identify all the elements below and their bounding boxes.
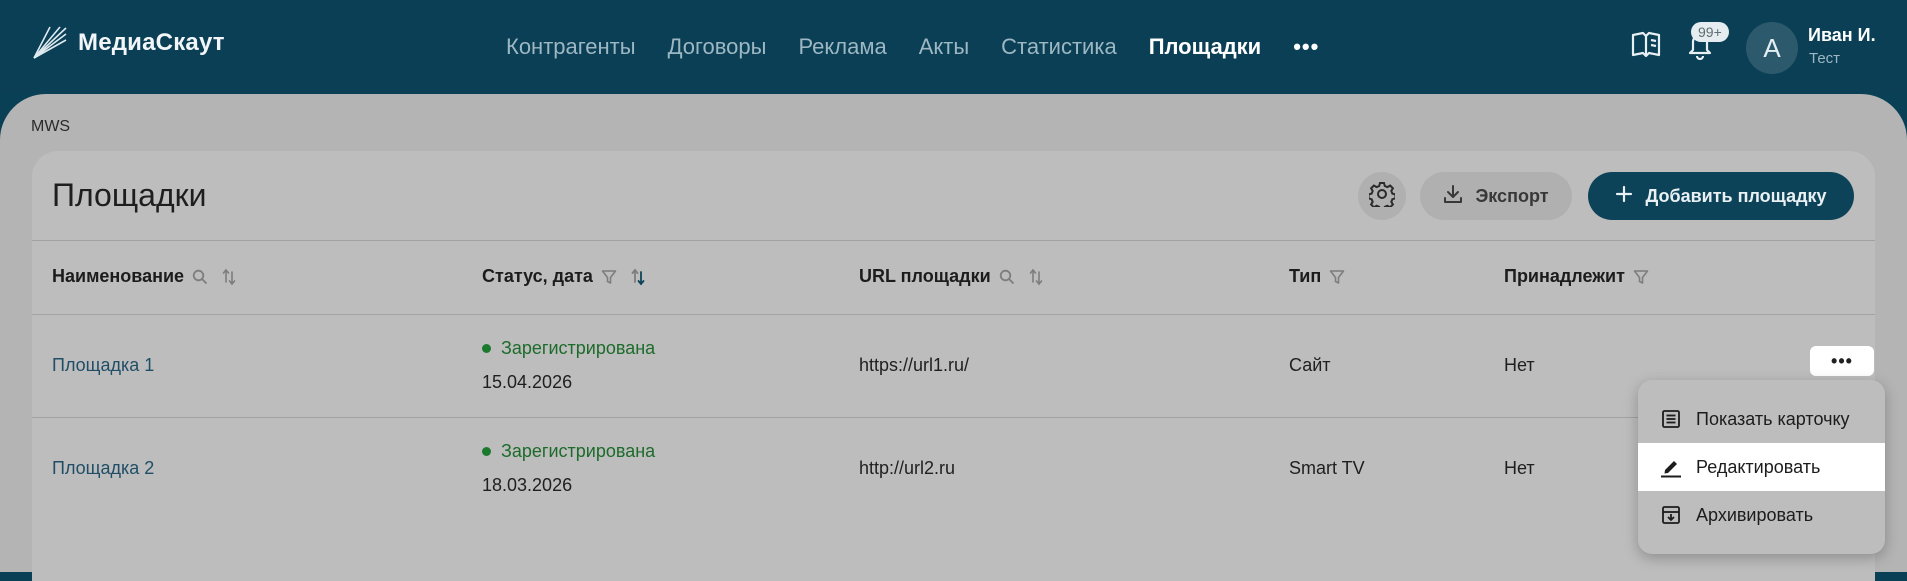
search-icon[interactable] (999, 269, 1015, 285)
export-button[interactable]: Экспорт (1420, 172, 1572, 220)
nav-item-counterparties[interactable]: Контрагенты (506, 34, 636, 60)
nav-item-ads[interactable]: Реклама (798, 34, 886, 60)
column-label: Статус, дата (482, 266, 593, 286)
filter-icon[interactable] (1329, 269, 1345, 285)
divider (32, 240, 1875, 241)
menu-item-show-card[interactable]: Показать карточку (1638, 395, 1885, 443)
status-text: Зарегистрирована (501, 338, 656, 358)
download-icon (1443, 184, 1463, 209)
status-date: 15.04.2026 (482, 372, 573, 392)
card-icon (1660, 408, 1682, 430)
status-dot-icon (482, 447, 491, 456)
page-title: Площадки (52, 177, 207, 213)
column-header-type[interactable]: Тип (1289, 266, 1345, 287)
sort-icon[interactable] (222, 268, 236, 286)
nav-item-statistics[interactable]: Статистика (1001, 34, 1117, 60)
status-text: Зарегистрирована (501, 441, 656, 461)
platform-name-link[interactable]: Площадка 1 (52, 355, 154, 376)
nav-item-acts[interactable]: Акты (919, 34, 969, 60)
column-label: Принадлежит (1504, 266, 1625, 286)
platform-owner: Нет (1504, 458, 1535, 478)
menu-item-label: Показать карточку (1696, 408, 1850, 429)
top-bar: МедиаСкаут Контрагенты Договоры Реклама … (0, 0, 1907, 94)
platform-type: Smart TV (1289, 458, 1365, 478)
column-label: URL площадки (859, 266, 991, 286)
column-header-url[interactable]: URL площадки (859, 266, 1043, 287)
menu-item-archive[interactable]: Архивировать (1638, 491, 1885, 539)
menu-item-label: Редактировать (1696, 456, 1821, 477)
edit-icon (1660, 456, 1682, 478)
platform-url: https://url1.ru/ (859, 355, 970, 375)
filter-icon[interactable] (1633, 269, 1649, 285)
avatar[interactable]: А (1746, 22, 1798, 74)
status-dot-icon (482, 344, 491, 353)
main-nav: Контрагенты Договоры Реклама Акты Статис… (506, 34, 1319, 60)
user-subtitle: Тест (1809, 50, 1841, 67)
row-actions-button[interactable]: ••• (1810, 346, 1874, 376)
sort-icon[interactable] (631, 268, 645, 286)
status-date: 18.03.2026 (482, 475, 573, 495)
search-icon[interactable] (192, 269, 208, 285)
column-header-owner[interactable]: Принадлежит (1504, 266, 1649, 287)
column-header-status[interactable]: Статус, дата (482, 266, 645, 287)
status-badge: Зарегистрирована (482, 338, 655, 359)
gear-icon (1367, 181, 1397, 212)
status-badge: Зарегистрирована (482, 441, 655, 462)
archive-icon (1660, 504, 1682, 526)
add-platform-button[interactable]: Добавить площадку (1588, 172, 1854, 220)
logo-text: МедиаСкаут (78, 29, 225, 56)
menu-item-edit[interactable]: Редактировать (1638, 443, 1885, 491)
plus-icon (1615, 185, 1633, 208)
platform-owner: Нет (1504, 355, 1535, 375)
export-label: Экспорт (1475, 185, 1549, 206)
nav-item-contracts[interactable]: Договоры (668, 34, 767, 60)
logo[interactable]: МедиаСкаут (32, 26, 225, 60)
row-context-menu: Показать карточку Редактировать Архивиро… (1638, 380, 1885, 554)
logo-icon (32, 26, 68, 60)
sort-icon[interactable] (1029, 268, 1043, 286)
settings-button[interactable] (1358, 172, 1406, 220)
notifications-badge: 99+ (1691, 22, 1729, 42)
platform-url: http://url2.ru (859, 458, 956, 478)
book-icon[interactable] (1630, 30, 1662, 65)
breadcrumb[interactable]: MWS (31, 118, 70, 136)
column-label: Наименование (52, 266, 185, 286)
header-divider (32, 314, 1875, 315)
filter-icon[interactable] (601, 269, 617, 285)
nav-more-button[interactable]: ••• (1293, 36, 1319, 58)
column-label: Тип (1289, 266, 1322, 286)
menu-item-label: Архивировать (1696, 504, 1814, 525)
nav-item-platforms[interactable]: Площадки (1149, 34, 1262, 60)
user-name[interactable]: Иван И. (1808, 25, 1876, 46)
column-header-name[interactable]: Наименование (52, 266, 236, 287)
platform-name-link[interactable]: Площадка 2 (52, 458, 154, 479)
row-divider (32, 417, 1875, 418)
add-platform-label: Добавить площадку (1645, 185, 1827, 206)
platform-type: Сайт (1289, 355, 1331, 375)
